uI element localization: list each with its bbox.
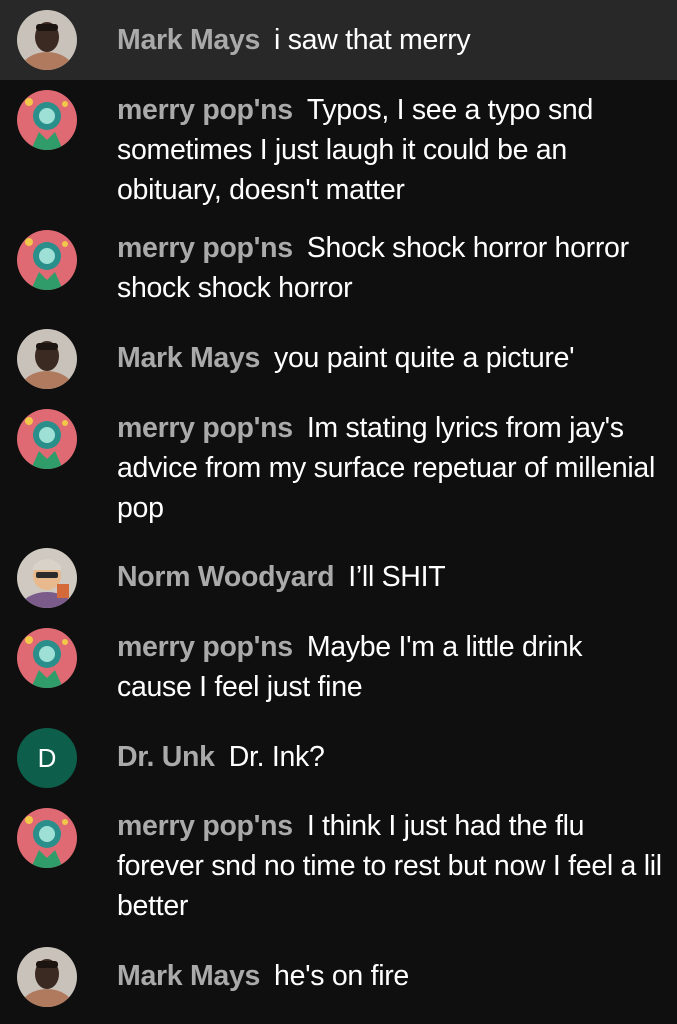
chat-message[interactable]: merry pop'ns Shock shock horror horror sh… — [0, 220, 677, 320]
author-name[interactable]: Mark Mays — [117, 24, 260, 56]
author-name[interactable]: Mark Mays — [117, 342, 260, 374]
author-name[interactable]: merry pop'ns — [117, 810, 293, 842]
avatar-merry-popns[interactable] — [17, 230, 77, 290]
chat-message[interactable]: Mark Mays you paint quite a picture' — [0, 320, 677, 400]
chat-message[interactable]: merry pop'ns Typos, I see a typo snd some… — [0, 80, 677, 220]
avatar-merry-popns[interactable] — [17, 808, 77, 868]
avatar-dr-unk[interactable]: D — [17, 728, 77, 788]
chat-message[interactable]: merry pop'ns Im stating lyrics from jay's… — [0, 400, 677, 540]
message-text: I’ll SHIT — [348, 561, 446, 593]
avatar-merry-popns[interactable] — [17, 90, 77, 150]
avatar-merry-popns[interactable] — [17, 409, 77, 469]
chat-message[interactable]: merry pop'ns I think I just had the flu f… — [0, 800, 677, 940]
message-text: Dr. Ink? — [228, 741, 325, 773]
chat-message[interactable]: Mark Mays i saw that merry — [0, 0, 677, 80]
author-name[interactable]: Dr. Unk — [117, 741, 215, 773]
author-name[interactable]: Norm Woodyard — [117, 561, 335, 593]
message-text: i saw that merry — [274, 24, 471, 56]
avatar-mark-mays[interactable] — [17, 947, 77, 1007]
avatar-merry-popns[interactable] — [17, 628, 77, 688]
author-name[interactable]: merry pop'ns — [117, 232, 293, 264]
chat-message[interactable]: Mark Mays he's on fire — [0, 940, 677, 1024]
avatar-mark-mays[interactable] — [17, 10, 77, 70]
author-name[interactable]: merry pop'ns — [117, 412, 293, 444]
chat-message[interactable]: merry pop'ns Maybe I'm a little drink cau… — [0, 620, 677, 720]
avatar-mark-mays[interactable] — [17, 329, 77, 389]
author-name[interactable]: Mark Mays — [117, 960, 260, 992]
chat-message[interactable]: Norm Woodyard I’ll SHIT — [0, 540, 677, 620]
chat-message[interactable]: D Dr. Unk Dr. Ink? — [0, 720, 677, 800]
author-name[interactable]: merry pop'ns — [117, 94, 293, 126]
message-text: he's on fire — [274, 960, 409, 992]
avatar-norm-woodyard[interactable] — [17, 548, 77, 608]
message-text: you paint quite a picture' — [274, 342, 575, 374]
chat-message-list: Mark Mays i saw that merry merry pop'ns Ty… — [0, 0, 677, 1024]
author-name[interactable]: merry pop'ns — [117, 631, 293, 663]
